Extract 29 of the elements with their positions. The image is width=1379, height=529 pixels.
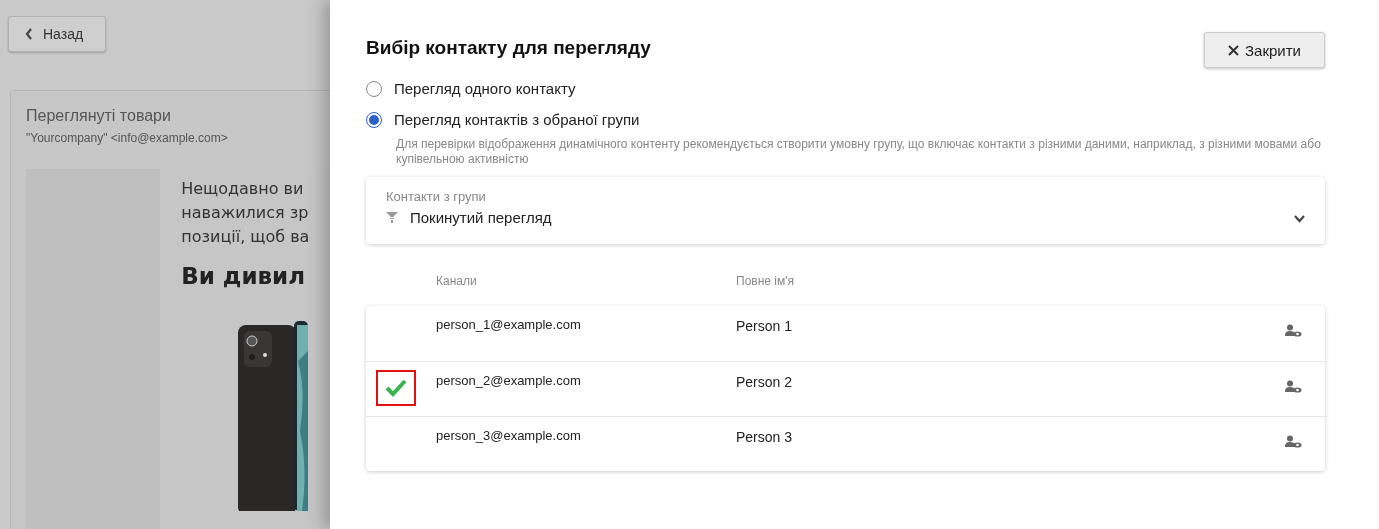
check-icon bbox=[385, 379, 407, 397]
sender-address: "Yourcompany" <info@example.com> bbox=[26, 131, 229, 145]
user-view-icon[interactable] bbox=[1285, 435, 1302, 449]
close-icon bbox=[1228, 44, 1240, 56]
table-cell-text: person_3@example.com bbox=[436, 427, 582, 443]
column-header: Канали bbox=[436, 274, 478, 290]
hint-text: Для перевірки відображення динамічного контенту рекомендується створити умовну групу, що включає контакти з різними даними, наприклад, з різними мовами або купівельною активністю bbox=[396, 137, 1322, 167]
radio-option[interactable]: Перегляд одного контакту bbox=[366, 73, 576, 104]
user-view-icon[interactable] bbox=[1285, 324, 1302, 338]
dialog-title: Вибір контакту для перегляду bbox=[366, 37, 651, 59]
email-text-line: позиції, щоб ва bbox=[181, 226, 311, 248]
group-select[interactable]: Контакти з групи Покинутий перегляд bbox=[366, 177, 1325, 244]
back-button[interactable]: Назад bbox=[8, 16, 106, 52]
table-cell-text: person_2@example.com bbox=[436, 372, 582, 388]
email-heading: Ви дивил bbox=[181, 263, 307, 289]
table-cell-text: Person 1 bbox=[736, 317, 794, 334]
table-cell-text: person_1@example.com bbox=[436, 316, 582, 332]
table-cell-text: Person 3 bbox=[736, 428, 794, 445]
column-header: Повне ім'я bbox=[736, 274, 795, 290]
card-title: Переглянуті товари bbox=[26, 107, 172, 125]
email-text-line: Нещодавно ви bbox=[181, 178, 305, 200]
filter-icon bbox=[386, 212, 398, 223]
chevron-down-icon bbox=[1294, 215, 1305, 223]
user-view-icon[interactable] bbox=[1285, 380, 1302, 394]
radio-option[interactable]: Перегляд контактів з обраної групи bbox=[366, 104, 640, 135]
close-button[interactable]: Закрити bbox=[1204, 32, 1325, 68]
email-text-line: наважилися зр bbox=[181, 202, 310, 224]
chevron-left-icon bbox=[25, 28, 33, 40]
table-cell-text: Person 2 bbox=[736, 373, 794, 390]
